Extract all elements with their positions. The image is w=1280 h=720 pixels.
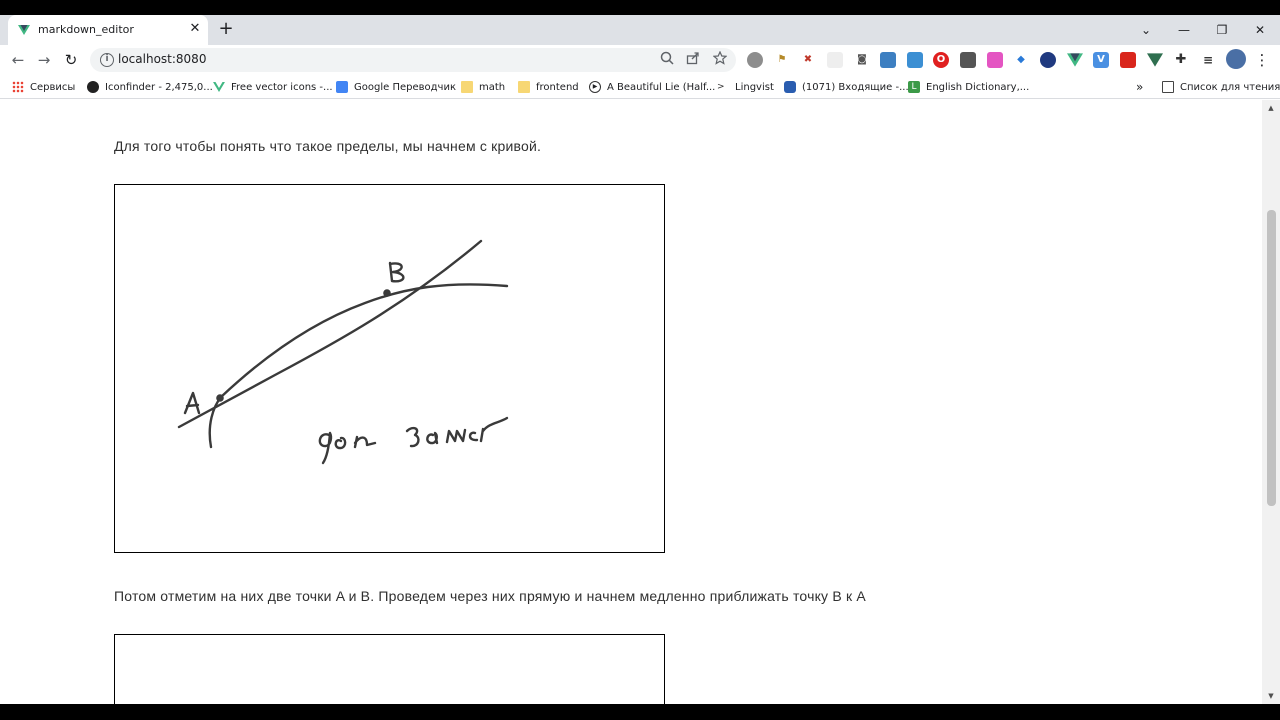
- browser-menu-button[interactable]: ⋮: [1252, 50, 1272, 70]
- extensions-puzzle-icon[interactable]: ✚: [1173, 52, 1189, 68]
- bookmark-lingvist[interactable]: > Lingvist: [717, 79, 774, 95]
- bookmark-label: English Dictionary,...: [926, 81, 1030, 93]
- minimize-button[interactable]: —: [1174, 21, 1194, 39]
- point-b: [383, 289, 391, 297]
- browser-window: markdown_editor ✕ + ⌄ — ❐ ✕ ← → ↻ i loca…: [0, 15, 1280, 704]
- restore-button[interactable]: ❐: [1212, 21, 1232, 39]
- letterbox-top: [0, 0, 1280, 15]
- handwriting-word-2: [405, 416, 509, 448]
- bookmark-free-vector-icons[interactable]: Free vector icons -...: [213, 79, 333, 95]
- drawing-curve-figure: [114, 184, 665, 553]
- scroll-up-arrow-icon[interactable]: ▲: [1266, 103, 1276, 113]
- reading-list-button[interactable]: Список для чтения: [1162, 79, 1280, 95]
- extension-11-icon[interactable]: ◆: [1013, 52, 1029, 68]
- reading-list-label: Список для чтения: [1180, 81, 1280, 93]
- reload-button[interactable]: ↻: [61, 50, 81, 70]
- extension-3-icon[interactable]: ✖: [800, 52, 816, 68]
- site-info-icon[interactable]: i: [100, 53, 114, 67]
- lingvist-icon: >: [717, 82, 725, 92]
- extension-10-icon[interactable]: [987, 52, 1003, 68]
- page-content: Для того чтобы понять что такое пределы,…: [0, 100, 1262, 704]
- secant-line: [177, 239, 483, 429]
- bookmark-iconfinder[interactable]: Iconfinder - 2,475,0...: [87, 79, 213, 95]
- page-scrollbar[interactable]: ▲ ▼: [1262, 100, 1280, 704]
- extension-1-icon[interactable]: [747, 52, 763, 68]
- drawing-figure-2: [114, 634, 665, 704]
- apps-grid-icon: [12, 81, 24, 93]
- extension-6-icon[interactable]: [880, 52, 896, 68]
- opera-extension-icon[interactable]: O: [933, 52, 949, 68]
- bookmarks-bar: Сервисы Iconfinder - 2,475,0... Free vec…: [0, 75, 1280, 99]
- tab-strip: markdown_editor ✕ + ⌄ — ❐ ✕: [0, 15, 1280, 45]
- point-a: [216, 394, 224, 402]
- uk-flag-extension-icon[interactable]: [1040, 52, 1056, 68]
- bookmark-label: Free vector icons -...: [231, 81, 333, 93]
- extension-15-icon[interactable]: [1120, 52, 1136, 68]
- tab-title: markdown_editor: [38, 23, 134, 36]
- bookmark-label: A Beautiful Lie (Half...: [607, 81, 716, 93]
- extension-16-icon[interactable]: [1147, 52, 1163, 68]
- reading-list-icon: [1162, 81, 1174, 93]
- folder-icon: [461, 81, 473, 93]
- dictionary-icon: L: [908, 81, 920, 93]
- toolbar: ← → ↻ i localhost:8080 ⚑ ✖ ◙ O ◆ V ✚ ≡ ⋮: [0, 45, 1280, 75]
- tab-search-button[interactable]: ⌄: [1136, 21, 1156, 39]
- vue-devtools-extension-icon[interactable]: [1067, 52, 1083, 68]
- letter-b: [388, 261, 405, 283]
- bookmark-folder-math[interactable]: math: [461, 79, 505, 95]
- bookmark-star-icon[interactable]: [711, 50, 729, 69]
- camera-extension-icon[interactable]: ◙: [854, 52, 870, 68]
- letterbox-bottom: [0, 704, 1280, 720]
- bookmark-english-dictionary[interactable]: L English Dictionary,...: [908, 79, 1029, 95]
- extension-7-icon[interactable]: [907, 52, 923, 68]
- bookmark-services[interactable]: Сервисы: [12, 79, 75, 95]
- close-window-button[interactable]: ✕: [1250, 21, 1270, 39]
- extension-14-icon[interactable]: V: [1093, 52, 1109, 68]
- extension-4-icon[interactable]: [827, 52, 843, 68]
- bookmark-label: math: [479, 81, 506, 93]
- address-bar[interactable]: i localhost:8080: [90, 48, 736, 72]
- bookmark-label: Сервисы: [30, 81, 76, 93]
- folder-icon: [518, 81, 530, 93]
- scroll-down-arrow-icon[interactable]: ▼: [1266, 691, 1276, 701]
- mail-icon: [784, 81, 796, 93]
- scrollbar-thumb[interactable]: [1267, 210, 1276, 506]
- bookmark-beautiful-lie[interactable]: ▶ A Beautiful Lie (Half...: [589, 79, 715, 95]
- paragraph-points: Потом отметим на них две точки A и B. Пр…: [114, 588, 866, 604]
- translate-icon: [336, 81, 348, 93]
- curve-line: [208, 283, 509, 449]
- extension-9-icon[interactable]: [960, 52, 976, 68]
- handwritten-sketch: [177, 239, 509, 465]
- paragraph-intro: Для того чтобы понять что такое пределы,…: [114, 138, 542, 154]
- bookmark-label: Google Переводчик: [354, 81, 456, 93]
- bookmark-label: frontend: [536, 81, 579, 93]
- extension-2-icon[interactable]: ⚑: [774, 52, 790, 68]
- zoom-icon[interactable]: [658, 51, 676, 69]
- url-text[interactable]: localhost:8080: [118, 52, 206, 66]
- tab-close-icon[interactable]: ✕: [188, 21, 202, 37]
- bookmark-label: Iconfinder - 2,475,0...: [105, 81, 213, 93]
- bookmark-inbox[interactable]: (1071) Входящие -...: [784, 79, 909, 95]
- profile-avatar[interactable]: [1226, 49, 1246, 69]
- iconfinder-icon: [87, 81, 99, 93]
- vue-logo-icon: [18, 25, 30, 35]
- play-icon: ▶: [589, 81, 601, 93]
- bookmark-folder-frontend[interactable]: frontend: [518, 79, 579, 95]
- bookmark-google-translate[interactable]: Google Переводчик: [336, 79, 456, 95]
- letter-a: [183, 391, 201, 415]
- media-control-icon[interactable]: ≡: [1200, 52, 1216, 68]
- new-tab-button[interactable]: +: [216, 19, 236, 39]
- bookmark-label: (1071) Входящие -...: [802, 81, 909, 93]
- share-icon[interactable]: [684, 51, 702, 69]
- bookmarks-more-button[interactable]: »: [1136, 79, 1143, 95]
- back-button[interactable]: ←: [8, 50, 28, 70]
- vue-icon: [213, 82, 225, 92]
- bookmark-label: Lingvist: [735, 81, 774, 93]
- tab-markdown-editor[interactable]: markdown_editor ✕: [8, 15, 208, 45]
- handwriting-word-1: [318, 431, 377, 465]
- forward-button[interactable]: →: [34, 50, 54, 70]
